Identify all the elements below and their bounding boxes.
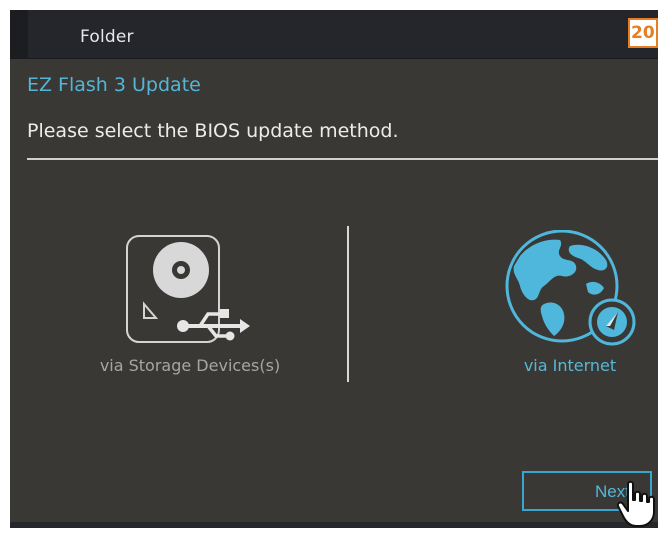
title-divider — [27, 158, 658, 160]
page-number-badge: 20 — [628, 18, 658, 48]
globe-internet-icon — [505, 230, 636, 346]
option-internet-label: via Internet — [523, 356, 617, 375]
storage-usb-icon — [126, 235, 250, 343]
hand-pointer-icon — [616, 480, 655, 527]
folder-tab-label[interactable]: Folder — [80, 27, 134, 47]
dialog-title: EZ Flash 3 Update — [27, 74, 201, 96]
options-divider — [347, 226, 349, 382]
bottom-strip — [10, 522, 658, 528]
option-storage-label: via Storage Devices(s) — [99, 356, 281, 375]
option-internet[interactable]: via Internet — [490, 230, 650, 390]
prompt-text: Please select the BIOS update method. — [27, 120, 399, 142]
top-bar-edge — [10, 10, 28, 58]
option-storage-devices[interactable]: via Storage Devices(s) — [80, 230, 300, 390]
top-bar: Folder — [10, 10, 658, 59]
bios-window: Folder EZ Flash 3 Update Please select t… — [10, 10, 658, 528]
